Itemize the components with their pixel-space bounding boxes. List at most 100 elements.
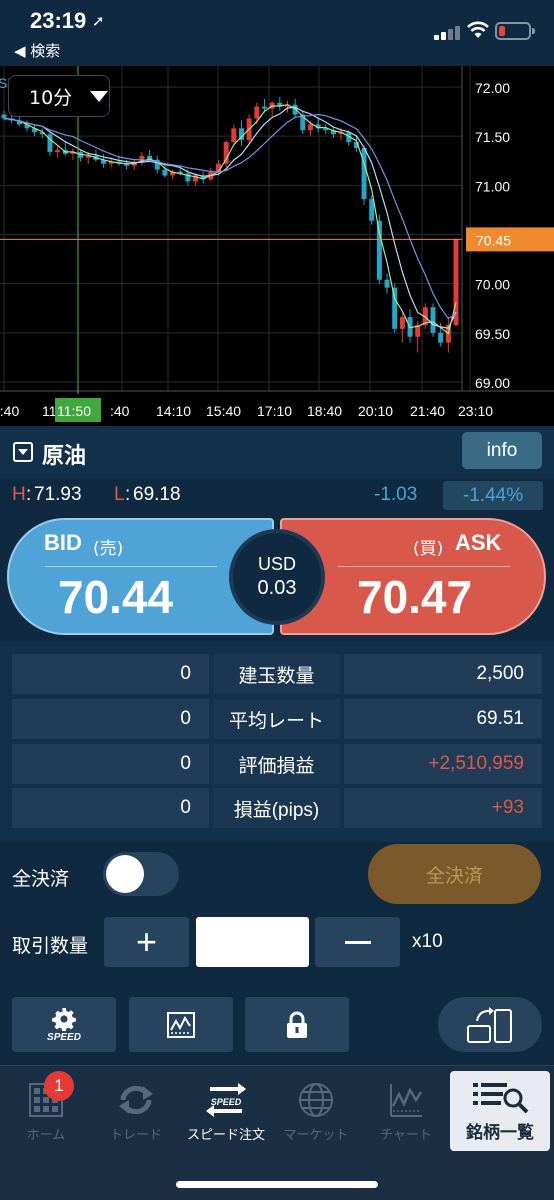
- position-right-value: 69.51: [344, 699, 542, 739]
- instrument-name[interactable]: 原油: [42, 438, 86, 470]
- x-tick-label: 17:10: [257, 403, 292, 419]
- gear-icon: [52, 1007, 76, 1031]
- tab-market-label: マーケット: [283, 1128, 349, 1143]
- spread-value: 0.03: [257, 577, 297, 599]
- quantity-label: 取引数量: [12, 935, 89, 957]
- position-right-value: 2,500: [344, 654, 542, 694]
- tab-symbol-list-label: 銘柄一覧: [466, 1122, 534, 1143]
- bid-divider: [45, 566, 217, 567]
- change-value: -1.03: [374, 484, 418, 505]
- candle-body: [1, 114, 7, 119]
- y-tick-label: 70.00: [475, 277, 510, 293]
- position-summary: 0 建玉数量 2,500 0 平均レート 69.51 0 評価損益 +2,510…: [0, 642, 554, 842]
- y-tick-label: 71.00: [475, 178, 510, 194]
- minus-icon: [344, 940, 371, 944]
- y-tick-label: 72.00: [475, 80, 510, 96]
- tab-chart[interactable]: チャート: [362, 1072, 450, 1152]
- x-tick-label: 14:10: [156, 403, 191, 419]
- settle-all-button[interactable]: 全決済: [368, 844, 541, 904]
- chart-toggle-button[interactable]: [129, 997, 233, 1052]
- caret-down-icon: [90, 90, 109, 102]
- position-left-value: 0: [12, 744, 209, 784]
- x-tick-label: 23:10: [458, 403, 493, 419]
- tab-speed-order-label: スピード注文: [186, 1128, 265, 1143]
- high-colon: :: [26, 484, 32, 505]
- candle-body: [399, 317, 405, 329]
- ask-sub-label: (買): [413, 539, 444, 559]
- x-tick-label: 9:40: [0, 403, 19, 419]
- low-label: L: [114, 484, 125, 505]
- instrument-dropdown-icon[interactable]: [13, 442, 33, 462]
- tab-market[interactable]: マーケット: [272, 1072, 360, 1152]
- cellular-signal-icon: [434, 24, 464, 40]
- y-tick-label: 71.50: [475, 129, 510, 145]
- sma-line: [3, 106, 457, 329]
- tab-trade[interactable]: トレード: [92, 1072, 180, 1152]
- bid-price: 70.44: [58, 571, 174, 623]
- spread-indicator: USD 0.03: [229, 529, 325, 625]
- settle-all-toggle[interactable]: [103, 852, 179, 896]
- speed-icon-text: SPEED: [211, 1097, 242, 1107]
- notification-badge: 1: [44, 1071, 74, 1101]
- tab-symbol-list[interactable]: 銘柄一覧: [450, 1071, 550, 1151]
- position-left-value: 0: [12, 654, 209, 694]
- bid-label: BID: [44, 530, 82, 555]
- price-chart[interactable]: 72.0071.5071.0070.5070.0069.5069.009:401…: [0, 66, 554, 426]
- quantity-decrement-button[interactable]: [315, 917, 400, 967]
- clock: 23:19: [30, 8, 87, 33]
- lock-icon: [287, 1011, 307, 1038]
- status-bar: 23:19 ➚ ◀ 検索: [0, 0, 554, 66]
- current-price-label: 70.45: [476, 232, 511, 248]
- high-value: 71.93: [34, 484, 82, 505]
- low-value: 69.18: [133, 484, 181, 505]
- candle-body: [261, 106, 267, 109]
- speed-settings-button[interactable]: SPEED: [12, 997, 116, 1052]
- position-row: 0 建玉数量 2,500: [12, 654, 542, 694]
- x-tick-label: 20:10: [358, 403, 393, 419]
- interval-label: 10分: [29, 86, 73, 109]
- speed-label: SPEED: [47, 1031, 81, 1043]
- info-button[interactable]: info: [462, 432, 542, 469]
- position-right-value: +93: [344, 788, 542, 828]
- rotate-screen-button[interactable]: [438, 997, 542, 1052]
- x-tick-label: 11: [42, 403, 57, 419]
- rotate-screen-icon: [467, 1006, 512, 1043]
- x-tick-label: 18:40: [307, 403, 342, 419]
- candle-body: [223, 142, 229, 164]
- toggle-knob: [106, 855, 144, 893]
- candle-body: [55, 149, 61, 152]
- wifi-icon: [467, 21, 489, 38]
- back-to-search-link[interactable]: ◀ 検索: [14, 40, 60, 61]
- quantity-increment-button[interactable]: +: [104, 917, 189, 967]
- x-tick-label: :40: [110, 403, 130, 419]
- candle-body: [254, 106, 260, 119]
- position-label: 評価損益: [213, 744, 340, 784]
- candlestick-chart[interactable]: 72.0071.5071.0070.5070.0069.5069.009:401…: [0, 66, 554, 426]
- globe-icon: [298, 1080, 334, 1120]
- interval-selector[interactable]: 10分: [8, 75, 110, 117]
- x-tick-label: 21:40: [410, 403, 445, 419]
- high-label: H: [12, 484, 26, 505]
- candle-body: [361, 147, 367, 200]
- candle-body: [438, 332, 444, 343]
- ask-label: ASK: [455, 530, 502, 555]
- quantity-input[interactable]: [196, 917, 309, 967]
- refresh-icon: [117, 1080, 155, 1120]
- tab-chart-label: チャート: [380, 1128, 432, 1143]
- speed-order-icon: SPEED: [204, 1080, 248, 1120]
- position-label: 損益(pips): [213, 788, 340, 828]
- tab-speed-order[interactable]: SPEED スピード注文: [182, 1072, 270, 1152]
- position-label: 建玉数量: [213, 654, 340, 694]
- candle-body: [376, 220, 382, 280]
- candle-body: [384, 279, 390, 288]
- candle-body: [430, 307, 436, 333]
- lock-button[interactable]: [245, 997, 349, 1052]
- y-tick-label: 69.00: [475, 375, 510, 391]
- crosshair-time-label: 11:50: [57, 403, 91, 419]
- candle-body: [162, 169, 168, 176]
- tab-trade-label: トレード: [109, 1128, 162, 1143]
- spread-currency: USD: [257, 554, 296, 574]
- position-left-value: 0: [12, 699, 209, 739]
- ask-price: 70.47: [357, 571, 473, 623]
- chart-tab-icon: [388, 1080, 424, 1120]
